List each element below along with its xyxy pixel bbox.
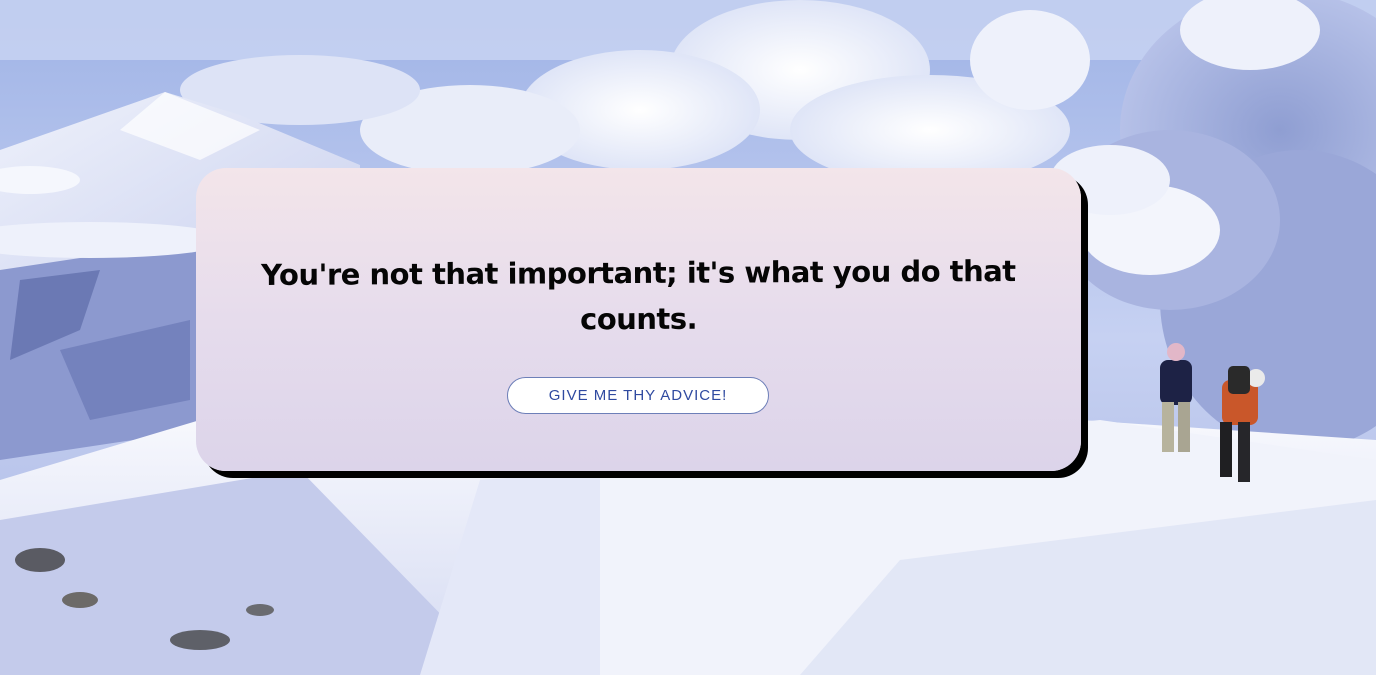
quote-card: You're not that important; it's what you… <box>196 168 1081 471</box>
advice-quote-text: You're not that important; it's what you… <box>261 254 1016 337</box>
get-advice-button[interactable]: GIVE ME THY ADVICE! <box>507 377 769 414</box>
